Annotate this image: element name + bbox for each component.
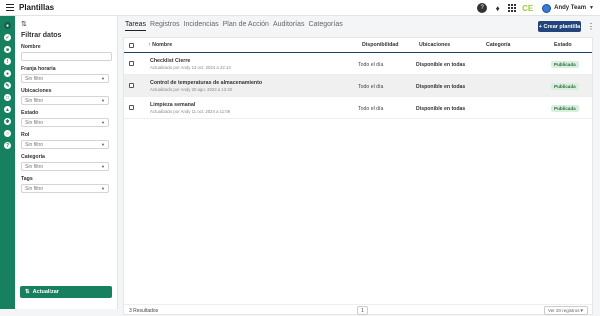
filter-title: Filtrar datos (21, 32, 62, 39)
row-locations: Disponible en todas (416, 62, 466, 68)
tags-value: Sin filtro (25, 185, 44, 192)
status-select[interactable]: Sin filtro ▼ (21, 118, 109, 127)
tab-auditorias[interactable]: Auditorías (273, 21, 305, 31)
row-name[interactable]: Checklist Cierre (150, 58, 190, 64)
templates-table: ↑ Nombre Disponibilidad Ubicaciones Cate… (123, 37, 593, 315)
table-footer: 3 Resultados 1 Ver 20 registros ▼ (124, 304, 592, 316)
check-icon[interactable]: ✓ (4, 34, 11, 41)
tab-categorias[interactable]: Categorías (308, 21, 342, 31)
select-all-checkbox[interactable] (129, 42, 134, 48)
category-select[interactable]: Sin filtro ▼ (21, 162, 109, 171)
question-icon[interactable]: ? (4, 142, 11, 149)
row-name[interactable]: Limpieza semanal (150, 102, 195, 108)
col-name-label: Nombre (152, 42, 173, 48)
update-label: Actualizar (32, 289, 59, 295)
user-menu[interactable]: Andy Team ▼ (542, 3, 594, 13)
col-locations: Ubicaciones (419, 42, 451, 48)
time-slot-label: Franja horaria (21, 66, 56, 72)
chevron-down-icon: ▼ (101, 120, 105, 125)
filter-panel: ⇅ Filtrar datos Nombre Franja horaria Si… (15, 16, 118, 309)
gear-icon[interactable]: ✱ (4, 118, 11, 125)
chevron-down-icon: ▼ (589, 5, 594, 11)
role-value: Sin filtro (25, 141, 44, 148)
clipboard-icon[interactable]: ■ (4, 46, 11, 53)
row-availability: Todo el día (358, 106, 384, 112)
chat-icon[interactable]: □ (4, 94, 11, 101)
per-page-select[interactable]: Ver 20 registros ▼ (544, 306, 588, 315)
update-button[interactable]: ⇅ Actualizar (20, 286, 112, 298)
col-name[interactable]: ↑ Nombre (148, 42, 172, 48)
status-badge: Publicada (551, 83, 579, 90)
headset-icon[interactable]: ○ (4, 130, 11, 137)
status-label: Estado (21, 110, 39, 116)
page-title: Plantillas (19, 3, 55, 12)
brand-logo: CE (522, 3, 534, 13)
chevron-down-icon: ▼ (101, 142, 105, 147)
tags-label: Tags (21, 176, 33, 182)
row-checkbox[interactable] (129, 105, 134, 110)
tags-select[interactable]: Sin filtro ▼ (21, 184, 109, 193)
tab-incidencias[interactable]: Incidencias (184, 21, 219, 31)
locations-label: Ubicaciones (21, 88, 52, 94)
status-badge: Publicada (551, 61, 579, 68)
side-rail: ● ✓ ■ ! ● ✎ □ ▲ ✱ ○ ? (0, 16, 15, 309)
row-checkbox[interactable] (129, 83, 134, 88)
bell-icon[interactable]: ♦ (493, 4, 502, 13)
chevron-down-icon: ▼ (101, 76, 105, 81)
tab-registros[interactable]: Registros (150, 21, 180, 31)
row-locations: Disponible en todas (416, 84, 466, 90)
row-checkbox[interactable] (129, 61, 134, 66)
tab-bar: Tareas Registros Incidencias Plan de Acc… (125, 21, 343, 31)
role-select[interactable]: Sin filtro ▼ (21, 140, 109, 149)
status-value: Sin filtro (25, 119, 44, 126)
row-updated: Actualizado por Andy 13 oct. 2024 a 22:1… (150, 65, 231, 70)
category-label: Categoría (21, 154, 45, 160)
help-icon[interactable]: ? (477, 3, 488, 13)
role-label: Rol (21, 132, 30, 138)
create-template-button[interactable]: + Crear plantilla (538, 21, 581, 32)
table-row[interactable]: Limpieza semanal Actualizado por Andy 11… (124, 97, 592, 119)
time-slot-select[interactable]: Sin filtro ▼ (21, 74, 109, 83)
menu-icon[interactable] (6, 4, 14, 11)
time-slot-value: Sin filtro (25, 75, 44, 82)
tab-tareas[interactable]: Tareas (125, 21, 147, 31)
avatar (542, 3, 552, 13)
tools-icon[interactable]: ✎ (4, 82, 11, 89)
main-content: Tareas Registros Incidencias Plan de Acc… (118, 16, 600, 315)
row-availability: Todo el día (358, 84, 384, 90)
building-icon[interactable]: ▲ (4, 106, 11, 113)
row-locations: Disponible en todas (416, 106, 466, 112)
apps-grid-icon[interactable] (508, 4, 517, 12)
status-badge: Publicada (551, 105, 579, 112)
filter-sliders-icon[interactable]: ⇅ (21, 20, 111, 30)
top-bar: Plantillas ? ♦ CE Andy Team ▼ (0, 0, 600, 16)
chevron-down-icon: ▼ (101, 186, 105, 191)
name-label: Nombre (21, 44, 41, 50)
col-category: Categoría (486, 42, 511, 48)
row-updated: Actualizado por Andy 11 oct. 2024 a 11:0… (150, 109, 231, 114)
row-name[interactable]: Control de temperaturas de almacenamient… (150, 80, 262, 86)
name-input[interactable] (21, 52, 112, 61)
warning-icon[interactable]: ! (4, 58, 11, 65)
page-button[interactable]: 1 (357, 306, 368, 315)
row-availability: Todo el día (358, 62, 384, 68)
table-row[interactable]: Checklist Cierre Actualizado por Andy 13… (124, 53, 592, 75)
filter-sliders-icon: ⇅ (25, 289, 30, 295)
col-status: Estado (554, 42, 572, 48)
chevron-down-icon: ▼ (101, 98, 105, 103)
category-value: Sin filtro (25, 163, 44, 170)
more-options-icon[interactable]: ⋮ (587, 22, 595, 31)
locations-value: Sin filtro (25, 97, 44, 104)
locations-select[interactable]: Sin filtro ▼ (21, 96, 109, 105)
tab-plan-de-accion[interactable]: Plan de Acción (223, 21, 269, 31)
col-availability: Disponibilidad (362, 42, 399, 48)
user-name: Andy Team (554, 5, 587, 11)
home-icon[interactable]: ● (4, 22, 11, 29)
table-header: ↑ Nombre Disponibilidad Ubicaciones Cate… (124, 38, 592, 53)
chevron-down-icon: ▼ (101, 164, 105, 169)
user-icon[interactable]: ● (4, 70, 11, 77)
row-updated: Actualizado por Andy 30 ago. 2023 a 12:4… (150, 87, 233, 92)
table-row[interactable]: Control de temperaturas de almacenamient… (124, 75, 592, 97)
